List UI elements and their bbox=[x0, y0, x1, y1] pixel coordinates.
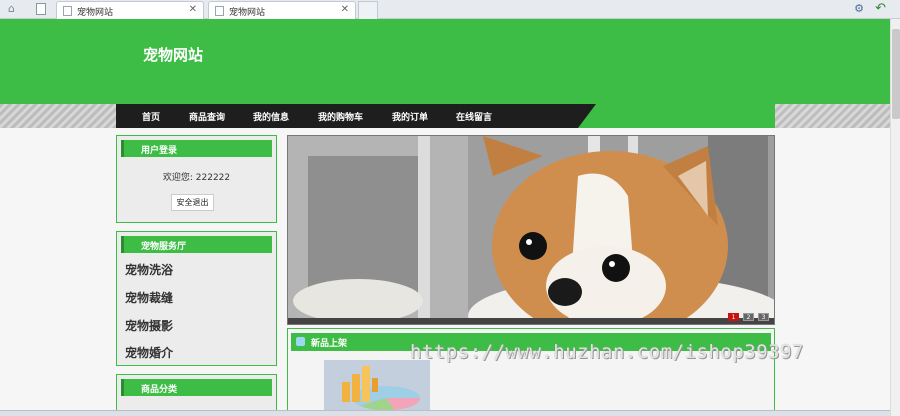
page-icon[interactable] bbox=[36, 3, 46, 15]
nav-my-cart[interactable]: 我的购物车 bbox=[318, 110, 363, 123]
login-panel-title: 用户登录 bbox=[141, 146, 178, 156]
settings-icon[interactable]: ⚙ bbox=[854, 2, 864, 15]
welcome-text: 欢迎您: 222222 bbox=[162, 173, 231, 183]
site-header: 宠物网站 bbox=[0, 19, 890, 104]
service-item-tailor[interactable]: 宠物裁缝 bbox=[125, 289, 173, 306]
chart-image-icon bbox=[324, 360, 430, 412]
browser-tab-2[interactable]: 宠物网站 ✕ bbox=[208, 1, 356, 19]
browser-toolbar: ⌂ 宠物网站 ✕ 宠物网站 ✕ ⚙ ↶ bbox=[0, 0, 900, 19]
service-item-photo[interactable]: 宠物摄影 bbox=[125, 317, 173, 334]
browser-tab-label: 宠物网站 bbox=[229, 8, 266, 18]
browser-tab-1[interactable]: 宠物网站 ✕ bbox=[56, 1, 204, 19]
banner-page-3[interactable]: 3 bbox=[758, 313, 769, 321]
scrollbar[interactable] bbox=[890, 19, 900, 416]
login-panel: 用户登录 欢迎您: 222222 安全退出 bbox=[116, 135, 277, 223]
back-arrow-icon[interactable]: ↶ bbox=[875, 1, 886, 16]
close-icon[interactable]: ✕ bbox=[189, 4, 197, 15]
service-panel: 宠物服务厅 宠物洗浴 宠物裁缝 宠物摄影 宠物婚介 bbox=[116, 231, 277, 366]
service-panel-title: 宠物服务厅 bbox=[141, 242, 187, 252]
nav-my-info[interactable]: 我的信息 bbox=[253, 110, 289, 123]
scrollbar-thumb[interactable] bbox=[892, 29, 900, 119]
page-icon bbox=[215, 6, 224, 16]
nav-my-orders[interactable]: 我的订单 bbox=[392, 110, 428, 123]
product-thumbnail[interactable] bbox=[324, 360, 430, 412]
banner-page-2[interactable]: 2 bbox=[743, 313, 754, 321]
nav-home[interactable]: 首页 bbox=[142, 110, 160, 123]
service-panel-header: 宠物服务厅 bbox=[121, 236, 272, 253]
new-tab-button[interactable] bbox=[358, 1, 378, 19]
nav-product-search[interactable]: 商品查询 bbox=[189, 110, 225, 123]
new-products-title: 新品上架 bbox=[311, 339, 348, 349]
logout-button[interactable]: 安全退出 bbox=[171, 194, 214, 211]
new-products-icon bbox=[296, 337, 305, 346]
nav-accent bbox=[578, 104, 775, 128]
browser-status-bar bbox=[0, 410, 890, 416]
service-item-matchmaking[interactable]: 宠物婚介 bbox=[125, 344, 173, 361]
main-nav: 首页 商品查询 我的信息 我的购物车 我的订单 在线留言 bbox=[116, 104, 596, 128]
page-icon bbox=[63, 6, 72, 16]
login-panel-header: 用户登录 bbox=[121, 140, 272, 157]
dog-photo bbox=[288, 136, 774, 324]
banner-page-1[interactable]: 1 bbox=[728, 313, 739, 321]
close-icon[interactable]: ✕ bbox=[341, 4, 349, 15]
banner-pagination: 1 2 3 bbox=[728, 313, 772, 322]
site-title: 宠物网站 bbox=[143, 46, 204, 64]
category-panel-header: 商品分类 bbox=[121, 379, 272, 396]
browser-tab-label: 宠物网站 bbox=[77, 8, 114, 18]
category-panel-title: 商品分类 bbox=[141, 385, 178, 395]
hero-banner[interactable]: 1 2 3 bbox=[287, 135, 775, 325]
watermark-text: https://www.huzhan.com/ishop39397 bbox=[410, 341, 804, 363]
service-item-bath[interactable]: 宠物洗浴 bbox=[125, 261, 173, 278]
home-icon[interactable]: ⌂ bbox=[8, 3, 22, 15]
nav-message-board[interactable]: 在线留言 bbox=[456, 110, 492, 123]
